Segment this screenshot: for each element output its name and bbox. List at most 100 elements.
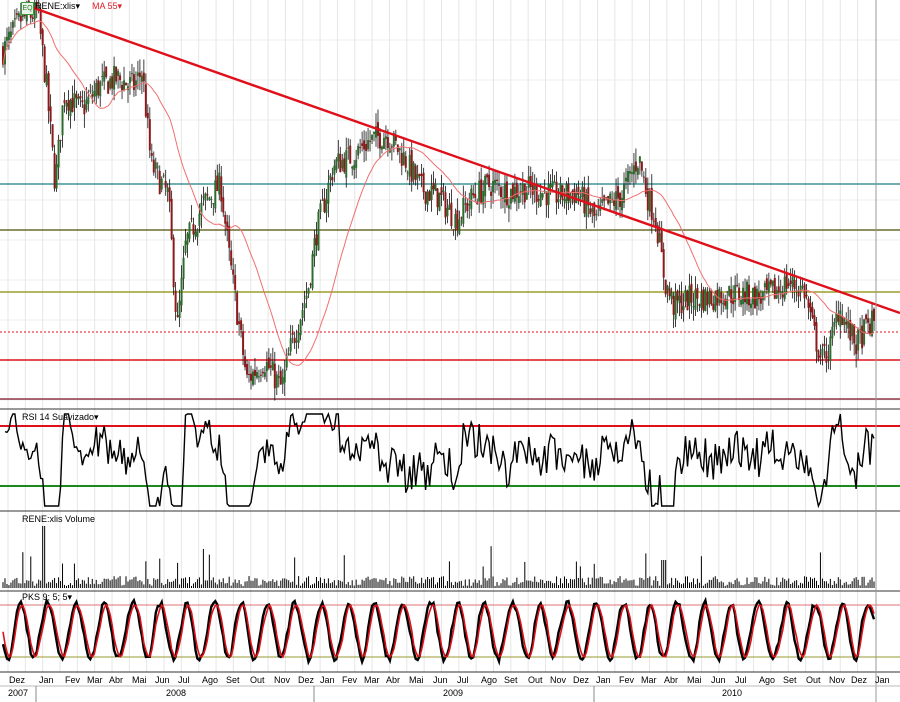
month-tick-label: Jul [178, 675, 190, 685]
candle-body [617, 186, 620, 199]
candle-body [255, 372, 258, 378]
month-tick-label: Mai [132, 675, 147, 685]
candle-body [303, 303, 306, 309]
candle-body [531, 184, 534, 195]
candle-body [224, 214, 227, 224]
month-tick-label: Dez [9, 675, 26, 685]
candle-body [113, 65, 116, 90]
candle-body [275, 374, 278, 388]
candle-body [188, 222, 191, 239]
pks-panel [0, 596, 900, 666]
ticker-badge-icon[interactable]: EQ [21, 2, 34, 15]
candle-body [706, 292, 709, 306]
candle-body [279, 370, 282, 385]
candle-body [269, 365, 272, 368]
candle-body [172, 237, 175, 288]
ma-label: MA 55 [92, 1, 118, 11]
candle-body [680, 293, 683, 314]
candle-body [115, 66, 118, 82]
candle-body [246, 363, 249, 375]
rsi-panel-title[interactable]: RSI 14 Suavizado▾ [22, 412, 99, 423]
candle-body [805, 294, 808, 297]
candle-body [136, 72, 139, 76]
candle-body [341, 159, 344, 169]
candle-body [829, 336, 832, 361]
candle-body [539, 192, 542, 207]
candle-body [271, 361, 274, 371]
candle-body [708, 291, 711, 304]
ticker-label: RENE:xlis [35, 1, 76, 11]
candle-body [283, 369, 286, 383]
candle-body [628, 171, 631, 174]
candle-body [53, 153, 56, 189]
candle-body [204, 193, 207, 201]
candle-body [228, 225, 231, 248]
candle-body [359, 147, 362, 149]
ticker-dropdown[interactable]: RENE:xlis▾ [35, 1, 80, 12]
candle-body [873, 309, 875, 321]
candle-body [624, 177, 627, 182]
candle-body [61, 105, 64, 136]
candle-body [815, 322, 818, 352]
candle-body [692, 306, 695, 308]
candle-body [240, 320, 243, 330]
rsi-panel [0, 411, 900, 509]
candle-body [811, 307, 814, 318]
month-tick-label: Fev [619, 675, 635, 685]
candle-body [51, 124, 54, 148]
candle-body [466, 202, 469, 212]
candle-body [613, 200, 616, 206]
candle-body [216, 175, 219, 191]
candle-body [797, 292, 800, 297]
candle-body [636, 167, 639, 175]
candle-body [664, 279, 667, 295]
candle-body [307, 288, 310, 295]
candle-body [408, 154, 411, 177]
candle-body [146, 112, 149, 119]
candle-body [736, 285, 739, 287]
candle-body [549, 184, 552, 188]
year-tick-label: 2009 [443, 688, 464, 698]
candle-body [234, 275, 237, 290]
candle-body [674, 291, 677, 320]
candle-body [748, 284, 751, 306]
candle-body [740, 299, 743, 305]
chevron-down-icon: ▾ [75, 1, 81, 11]
candle-body [412, 163, 415, 180]
candle-body [140, 75, 143, 82]
candle-body [83, 104, 86, 115]
month-tick-label: Jul [457, 675, 469, 685]
candle-body [660, 230, 663, 253]
candle-body [420, 174, 423, 176]
candle-body [232, 269, 235, 275]
pks-panel-title[interactable]: PKS 9; 5; 5▾ [22, 592, 72, 603]
candle-body [315, 234, 318, 246]
candle-body [396, 144, 399, 153]
candle-body [259, 374, 262, 376]
candle-body [761, 291, 764, 301]
month-tick-label: Jun [155, 675, 170, 685]
candle-body [402, 152, 405, 165]
candle-body [503, 184, 506, 203]
candle-body [218, 172, 221, 195]
candle-body [863, 319, 866, 345]
candle-body [861, 325, 864, 349]
candle-body [494, 179, 497, 183]
candle-body [499, 187, 502, 198]
candle-body [73, 93, 76, 108]
candle-body [103, 71, 106, 82]
candle-body [176, 315, 179, 317]
candle-body [384, 136, 387, 140]
candle-body [349, 145, 352, 164]
candle-body [144, 84, 147, 117]
pks-slow-line [2, 603, 875, 659]
candle-body [607, 196, 610, 204]
chevron-down-icon: ▾ [117, 1, 123, 11]
ma-dropdown[interactable]: MA 55▾ [92, 1, 122, 12]
candle-body [97, 80, 100, 96]
candle-body [365, 143, 368, 151]
candle-body [17, 13, 20, 17]
candle-body [180, 277, 183, 306]
candle-body [573, 188, 576, 203]
candle-body [148, 119, 151, 151]
